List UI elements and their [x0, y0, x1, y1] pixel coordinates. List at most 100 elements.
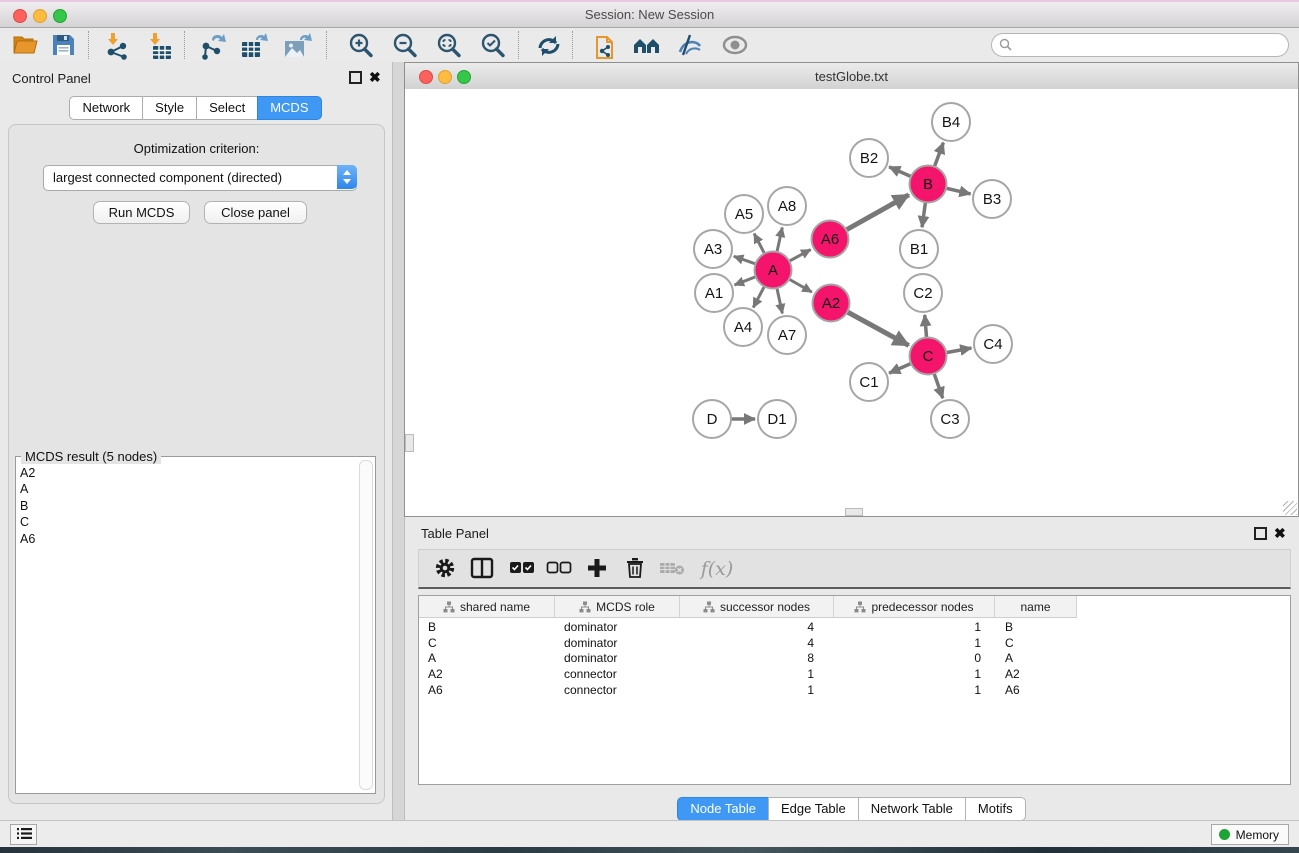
- search-field[interactable]: [991, 33, 1289, 57]
- graph-node-B3[interactable]: B3: [973, 180, 1011, 218]
- table-cell[interactable]: 4: [680, 620, 834, 634]
- column-header-name[interactable]: name: [995, 596, 1077, 617]
- tab-edge-table[interactable]: Edge Table: [768, 797, 859, 821]
- mcds-result-item[interactable]: C: [20, 514, 350, 530]
- mcds-result-item[interactable]: A: [20, 481, 350, 497]
- graph-node-A6[interactable]: A6: [812, 221, 849, 258]
- canvas-vscroll-stub[interactable]: [405, 434, 414, 452]
- tab-style[interactable]: Style: [142, 96, 197, 120]
- table-cell[interactable]: A6: [419, 683, 555, 697]
- table-cell[interactable]: A2: [995, 667, 1077, 681]
- hide-panels-button[interactable]: [673, 30, 707, 60]
- show-graphics-details-button[interactable]: [718, 30, 752, 60]
- import-network-button[interactable]: [100, 30, 134, 60]
- mcds-result-item[interactable]: B: [20, 498, 350, 514]
- table-cell[interactable]: B: [419, 620, 555, 634]
- graph-node-B4[interactable]: B4: [932, 103, 970, 141]
- table-cell[interactable]: B: [995, 620, 1077, 634]
- zoom-out-button[interactable]: [388, 30, 422, 60]
- tab-network[interactable]: Network: [69, 96, 143, 120]
- zoom-in-button[interactable]: [344, 30, 378, 60]
- float-panel-icon[interactable]: [349, 71, 362, 84]
- export-table-button[interactable]: [238, 30, 272, 60]
- graph-node-A5[interactable]: A5: [725, 195, 763, 233]
- export-network-button[interactable]: [196, 30, 230, 60]
- graph-node-A4[interactable]: A4: [724, 308, 762, 346]
- open-session-button[interactable]: [8, 30, 42, 60]
- tab-node-table[interactable]: Node Table: [677, 797, 769, 821]
- float-table-panel-icon[interactable]: [1254, 527, 1267, 540]
- table-cell[interactable]: dominator: [555, 636, 680, 650]
- task-history-button[interactable]: [10, 824, 37, 845]
- column-header-shared-name[interactable]: shared name: [419, 596, 555, 617]
- zoom-fit-button[interactable]: [432, 30, 466, 60]
- column-header-mcds-role[interactable]: MCDS role: [555, 596, 680, 617]
- zoom-selected-button[interactable]: [476, 30, 510, 60]
- graph-node-B1[interactable]: B1: [900, 230, 938, 268]
- function-builder-button[interactable]: f(x): [695, 555, 739, 583]
- table-cell[interactable]: A2: [419, 667, 555, 681]
- graph-node-C2[interactable]: C2: [904, 274, 942, 312]
- graph-node-D1[interactable]: D1: [758, 400, 796, 438]
- tab-network-table[interactable]: Network Table: [858, 797, 966, 821]
- apply-layout-button[interactable]: [532, 30, 566, 60]
- first-neighbors-button[interactable]: [630, 30, 664, 60]
- tab-motifs[interactable]: Motifs: [965, 797, 1026, 821]
- graph-node-A7[interactable]: A7: [768, 316, 806, 354]
- resize-grip[interactable]: [1283, 501, 1297, 515]
- table-cell[interactable]: 4: [680, 636, 834, 650]
- delete-column-button[interactable]: [619, 555, 651, 583]
- table-cell[interactable]: 1: [834, 636, 995, 650]
- network-graph[interactable]: AA1A2A3A4A5A6A7A8BB1B2B3B4CC1C2C3C4DD1: [405, 89, 1298, 516]
- column-header-predecessor-nodes[interactable]: predecessor nodes: [834, 596, 995, 617]
- table-row[interactable]: Cdominator41C: [419, 635, 1290, 651]
- graph-node-A1[interactable]: A1: [695, 274, 733, 312]
- graph-node-D[interactable]: D: [693, 400, 731, 438]
- mcds-result-item[interactable]: A2: [20, 465, 350, 481]
- graph-node-A[interactable]: A: [755, 252, 792, 289]
- table-cell[interactable]: 1: [834, 683, 995, 697]
- graph-node-A3[interactable]: A3: [694, 230, 732, 268]
- table-row[interactable]: A6connector11A6: [419, 682, 1290, 698]
- canvas-hscroll-stub[interactable]: [845, 508, 863, 516]
- run-mcds-button[interactable]: Run MCDS: [93, 201, 190, 224]
- graph-node-A8[interactable]: A8: [768, 187, 806, 225]
- table-cell[interactable]: 0: [834, 651, 995, 665]
- deselect-all-button[interactable]: [543, 555, 575, 583]
- graph-node-A2[interactable]: A2: [813, 285, 850, 322]
- table-cell[interactable]: 1: [680, 667, 834, 681]
- memory-button[interactable]: Memory: [1211, 824, 1289, 845]
- column-header-successor-nodes[interactable]: successor nodes: [680, 596, 834, 617]
- table-cell[interactable]: C: [995, 636, 1077, 650]
- tab-select[interactable]: Select: [196, 96, 258, 120]
- import-table-button[interactable]: [142, 30, 176, 60]
- graph-node-C1[interactable]: C1: [850, 363, 888, 401]
- new-network-from-selection-button[interactable]: [588, 30, 622, 60]
- close-table-panel-icon[interactable]: ✖: [1274, 527, 1287, 540]
- node-table[interactable]: shared name MCDS role successor nodes pr…: [418, 595, 1291, 785]
- save-session-button[interactable]: [46, 30, 80, 60]
- export-image-button[interactable]: [281, 30, 315, 60]
- table-row[interactable]: Bdominator41B: [419, 619, 1290, 635]
- mcds-scrollbar[interactable]: [359, 460, 373, 790]
- table-cell[interactable]: dominator: [555, 651, 680, 665]
- tab-mcds[interactable]: MCDS: [257, 96, 321, 120]
- mcds-result-item[interactable]: A6: [20, 531, 350, 547]
- graph-node-C4[interactable]: C4: [974, 325, 1012, 363]
- network-canvas[interactable]: AA1A2A3A4A5A6A7A8BB1B2B3B4CC1C2C3C4DD1: [405, 89, 1298, 516]
- show-columns-button[interactable]: [466, 555, 498, 583]
- table-cell[interactable]: A6: [995, 683, 1077, 697]
- optimization-criterion-select[interactable]: largest connected component (directed): [43, 165, 357, 191]
- graph-node-C3[interactable]: C3: [931, 400, 969, 438]
- table-cell[interactable]: A: [995, 651, 1077, 665]
- table-settings-button[interactable]: [429, 555, 461, 583]
- table-row[interactable]: Adominator80A: [419, 651, 1290, 667]
- select-all-button[interactable]: [506, 555, 538, 583]
- graph-node-B2[interactable]: B2: [850, 139, 888, 177]
- create-column-button[interactable]: [581, 555, 613, 583]
- table-cell[interactable]: 1: [834, 620, 995, 634]
- table-cell[interactable]: 1: [834, 667, 995, 681]
- table-row[interactable]: A2connector11A2: [419, 666, 1290, 682]
- graph-node-B[interactable]: B: [910, 166, 947, 203]
- table-cell[interactable]: connector: [555, 667, 680, 681]
